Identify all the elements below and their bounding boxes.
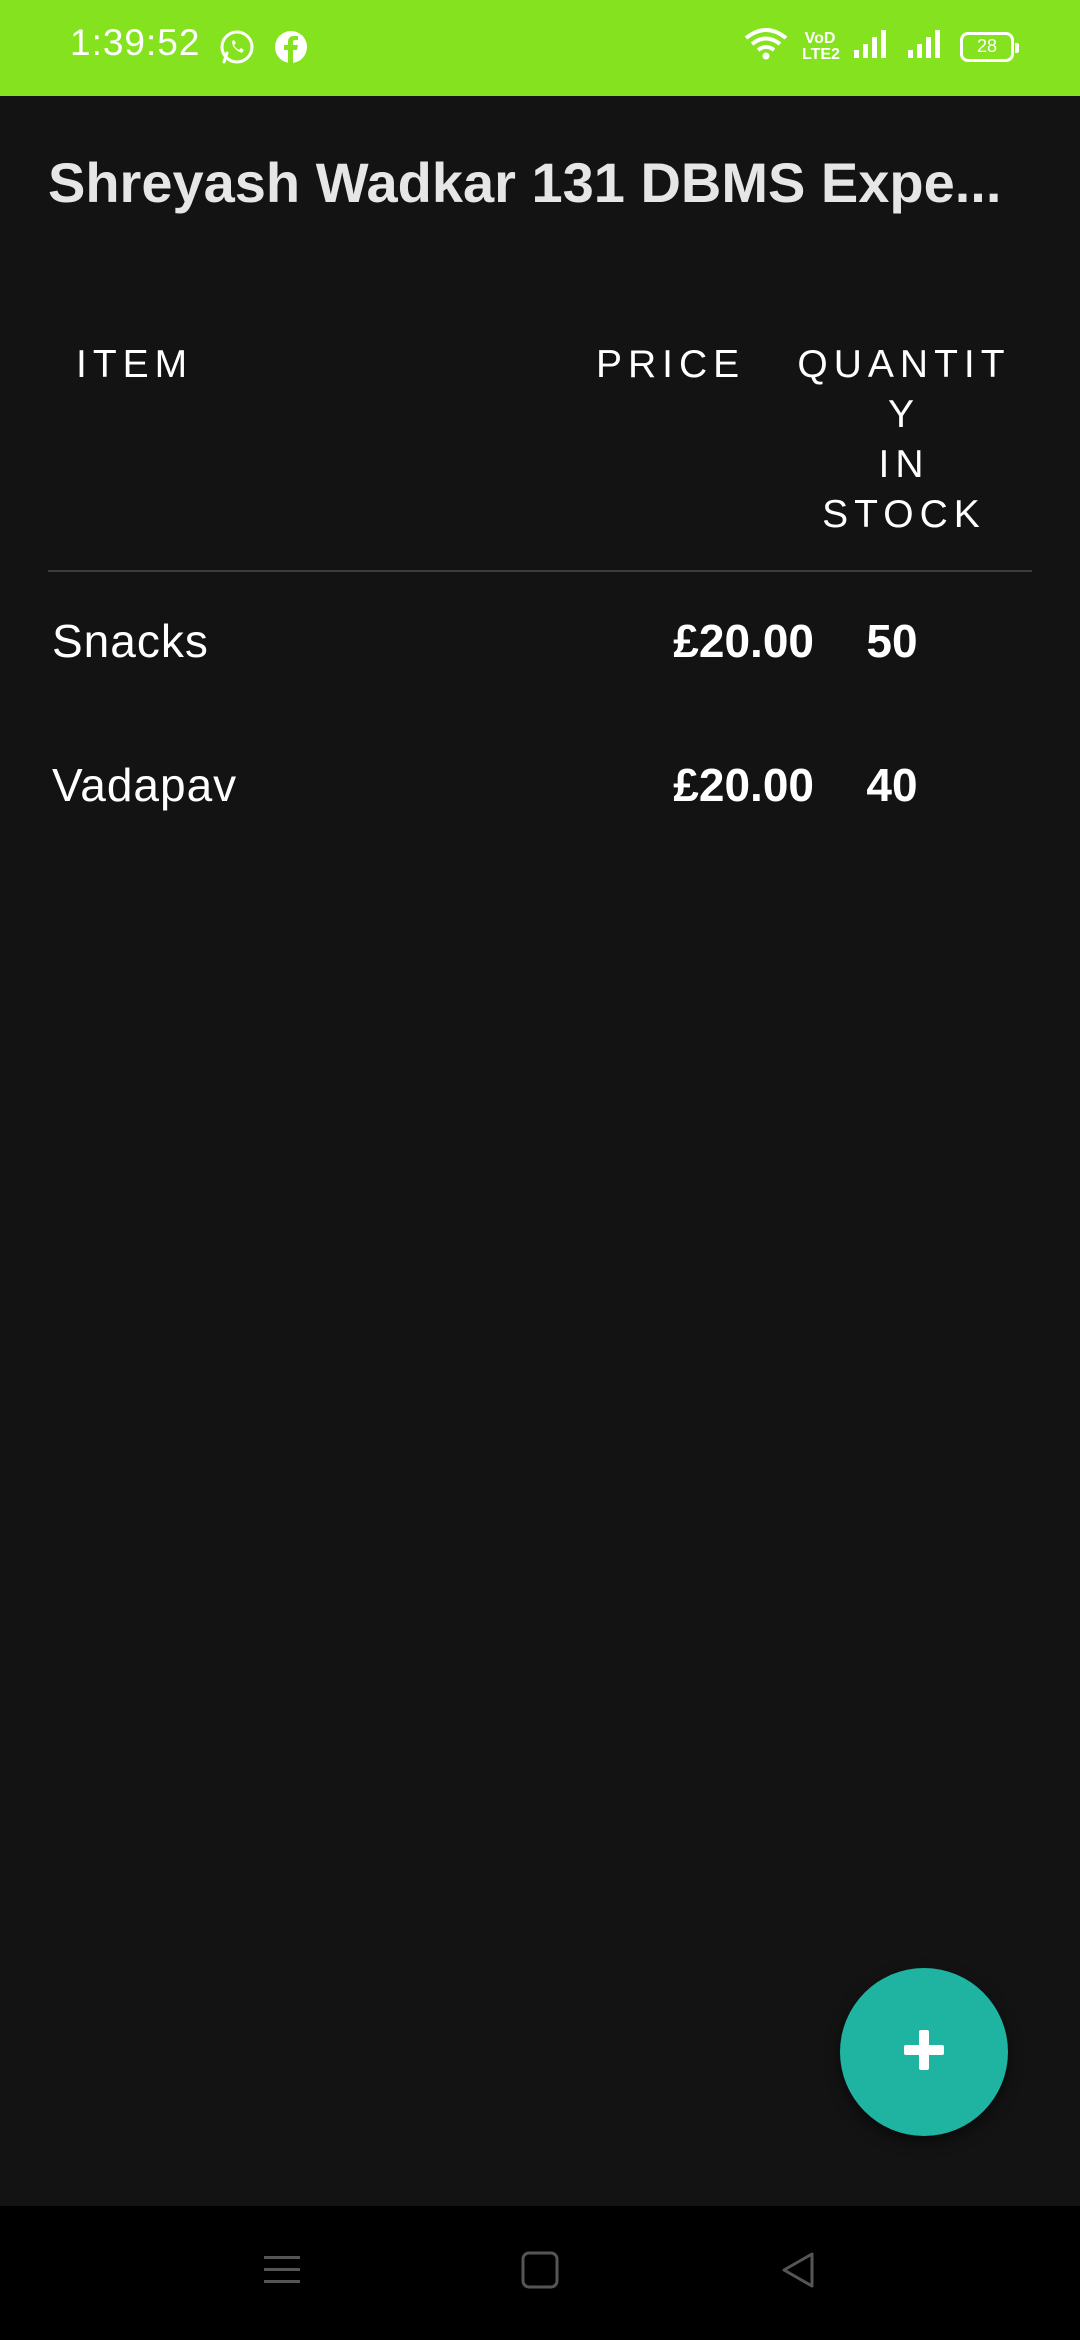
volte-icon: VoD LTE2 [802,29,840,63]
column-header-price[interactable]: PRICE [596,340,745,390]
volte-label: VoD [804,29,836,47]
inventory-table: ITEM PRICE QUANTIT Y IN STOCK Snacks £20… [48,340,1032,860]
battery-icon: 28 [960,31,1019,62]
lte-label: LTE2 [802,45,840,63]
plus-icon [900,2026,948,2079]
quantity-header-line: Y [887,393,920,436]
item-price: £20.00 [673,615,814,667]
home-icon[interactable] [520,2250,560,2295]
table-row[interactable]: Snacks £20.00 50 [48,572,1032,716]
quantity-header-line: QUANTIT [797,343,1011,386]
wifi-icon [744,26,788,67]
whatsapp-icon [218,28,256,71]
system-indicators: VoD LTE2 28 [744,26,1019,67]
menu-icon[interactable] [262,2250,302,2295]
facebook-icon [272,28,310,71]
table-row[interactable]: Vadapav £20.00 40 [48,716,1032,860]
signal-icon [852,28,892,65]
signal-icon [906,28,946,65]
status-bar: 1:39:52 VoD LTE2 28 [0,0,1080,96]
item-name: Vadapav [52,759,238,811]
column-header-quantity[interactable]: QUANTIT Y IN STOCK [784,340,1024,540]
column-header-item[interactable]: ITEM [76,340,193,390]
item-quantity: 40 [866,759,918,811]
item-quantity: 50 [866,615,918,667]
item-name: Snacks [52,615,209,667]
quantity-header-line: IN [878,443,930,486]
table-header: ITEM PRICE QUANTIT Y IN STOCK [48,340,1032,572]
quantity-header-line: STOCK [822,493,986,536]
battery-level: 28 [976,36,998,56]
page-title: Shreyash Wadkar 131 DBMS Expe... [48,151,1002,214]
status-time: 1:39:52 [70,22,201,63]
navigation-bar [0,2206,1080,2340]
notification-icons [218,28,310,71]
add-item-button[interactable] [840,1968,1008,2136]
back-icon[interactable] [778,2250,818,2295]
item-price: £20.00 [673,759,814,811]
